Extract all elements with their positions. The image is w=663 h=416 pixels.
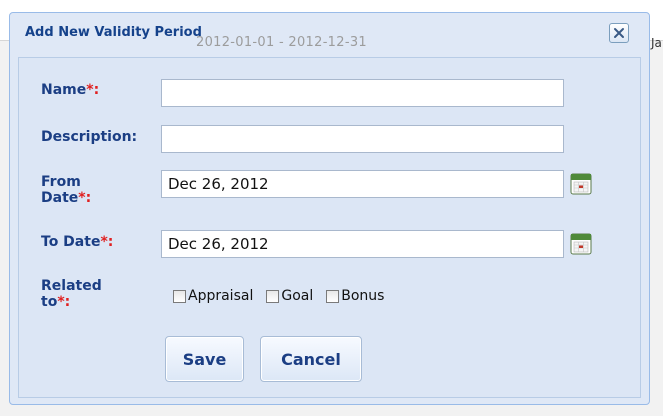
bonus-label: Bonus bbox=[341, 288, 385, 304]
from-date-label: From Date*: bbox=[41, 174, 92, 206]
name-label: Name*: bbox=[41, 82, 100, 98]
description-input[interactable] bbox=[161, 125, 564, 153]
goal-checkbox[interactable] bbox=[266, 289, 280, 303]
from-date-input[interactable]: Dec 26, 2012 bbox=[161, 170, 564, 198]
appraisal-option[interactable]: Appraisal bbox=[173, 288, 253, 304]
related-to-label: Related to*: bbox=[41, 278, 102, 310]
background-period-text: 2012-01-01 - 2012-12-31 bbox=[196, 35, 367, 50]
background-text: Ja bbox=[651, 36, 662, 50]
dialog-header: Add New Validity Period 2012-01-01 - 201… bbox=[10, 13, 649, 53]
save-button[interactable]: Save bbox=[165, 336, 244, 382]
cancel-button[interactable]: Cancel bbox=[260, 336, 362, 382]
goal-option[interactable]: Goal bbox=[266, 288, 313, 304]
goal-label: Goal bbox=[281, 288, 314, 304]
calendar-icon[interactable] bbox=[570, 233, 592, 255]
add-validity-period-dialog: Add New Validity Period 2012-01-01 - 201… bbox=[9, 12, 650, 405]
appraisal-label: Appraisal bbox=[188, 288, 254, 304]
bonus-checkbox[interactable] bbox=[326, 289, 340, 303]
description-label: Description: bbox=[41, 129, 138, 145]
close-button[interactable] bbox=[609, 23, 629, 43]
calendar-icon[interactable] bbox=[570, 173, 592, 195]
close-icon bbox=[614, 28, 624, 38]
related-to-options: Appraisal Goal Bonus bbox=[173, 288, 397, 304]
appraisal-checkbox[interactable] bbox=[173, 289, 186, 303]
dialog-title: Add New Validity Period bbox=[25, 25, 202, 40]
name-input[interactable] bbox=[161, 79, 564, 107]
to-date-input[interactable]: Dec 26, 2012 bbox=[161, 230, 564, 258]
bonus-option[interactable]: Bonus bbox=[326, 288, 384, 304]
to-date-label: To Date*: bbox=[41, 234, 114, 250]
